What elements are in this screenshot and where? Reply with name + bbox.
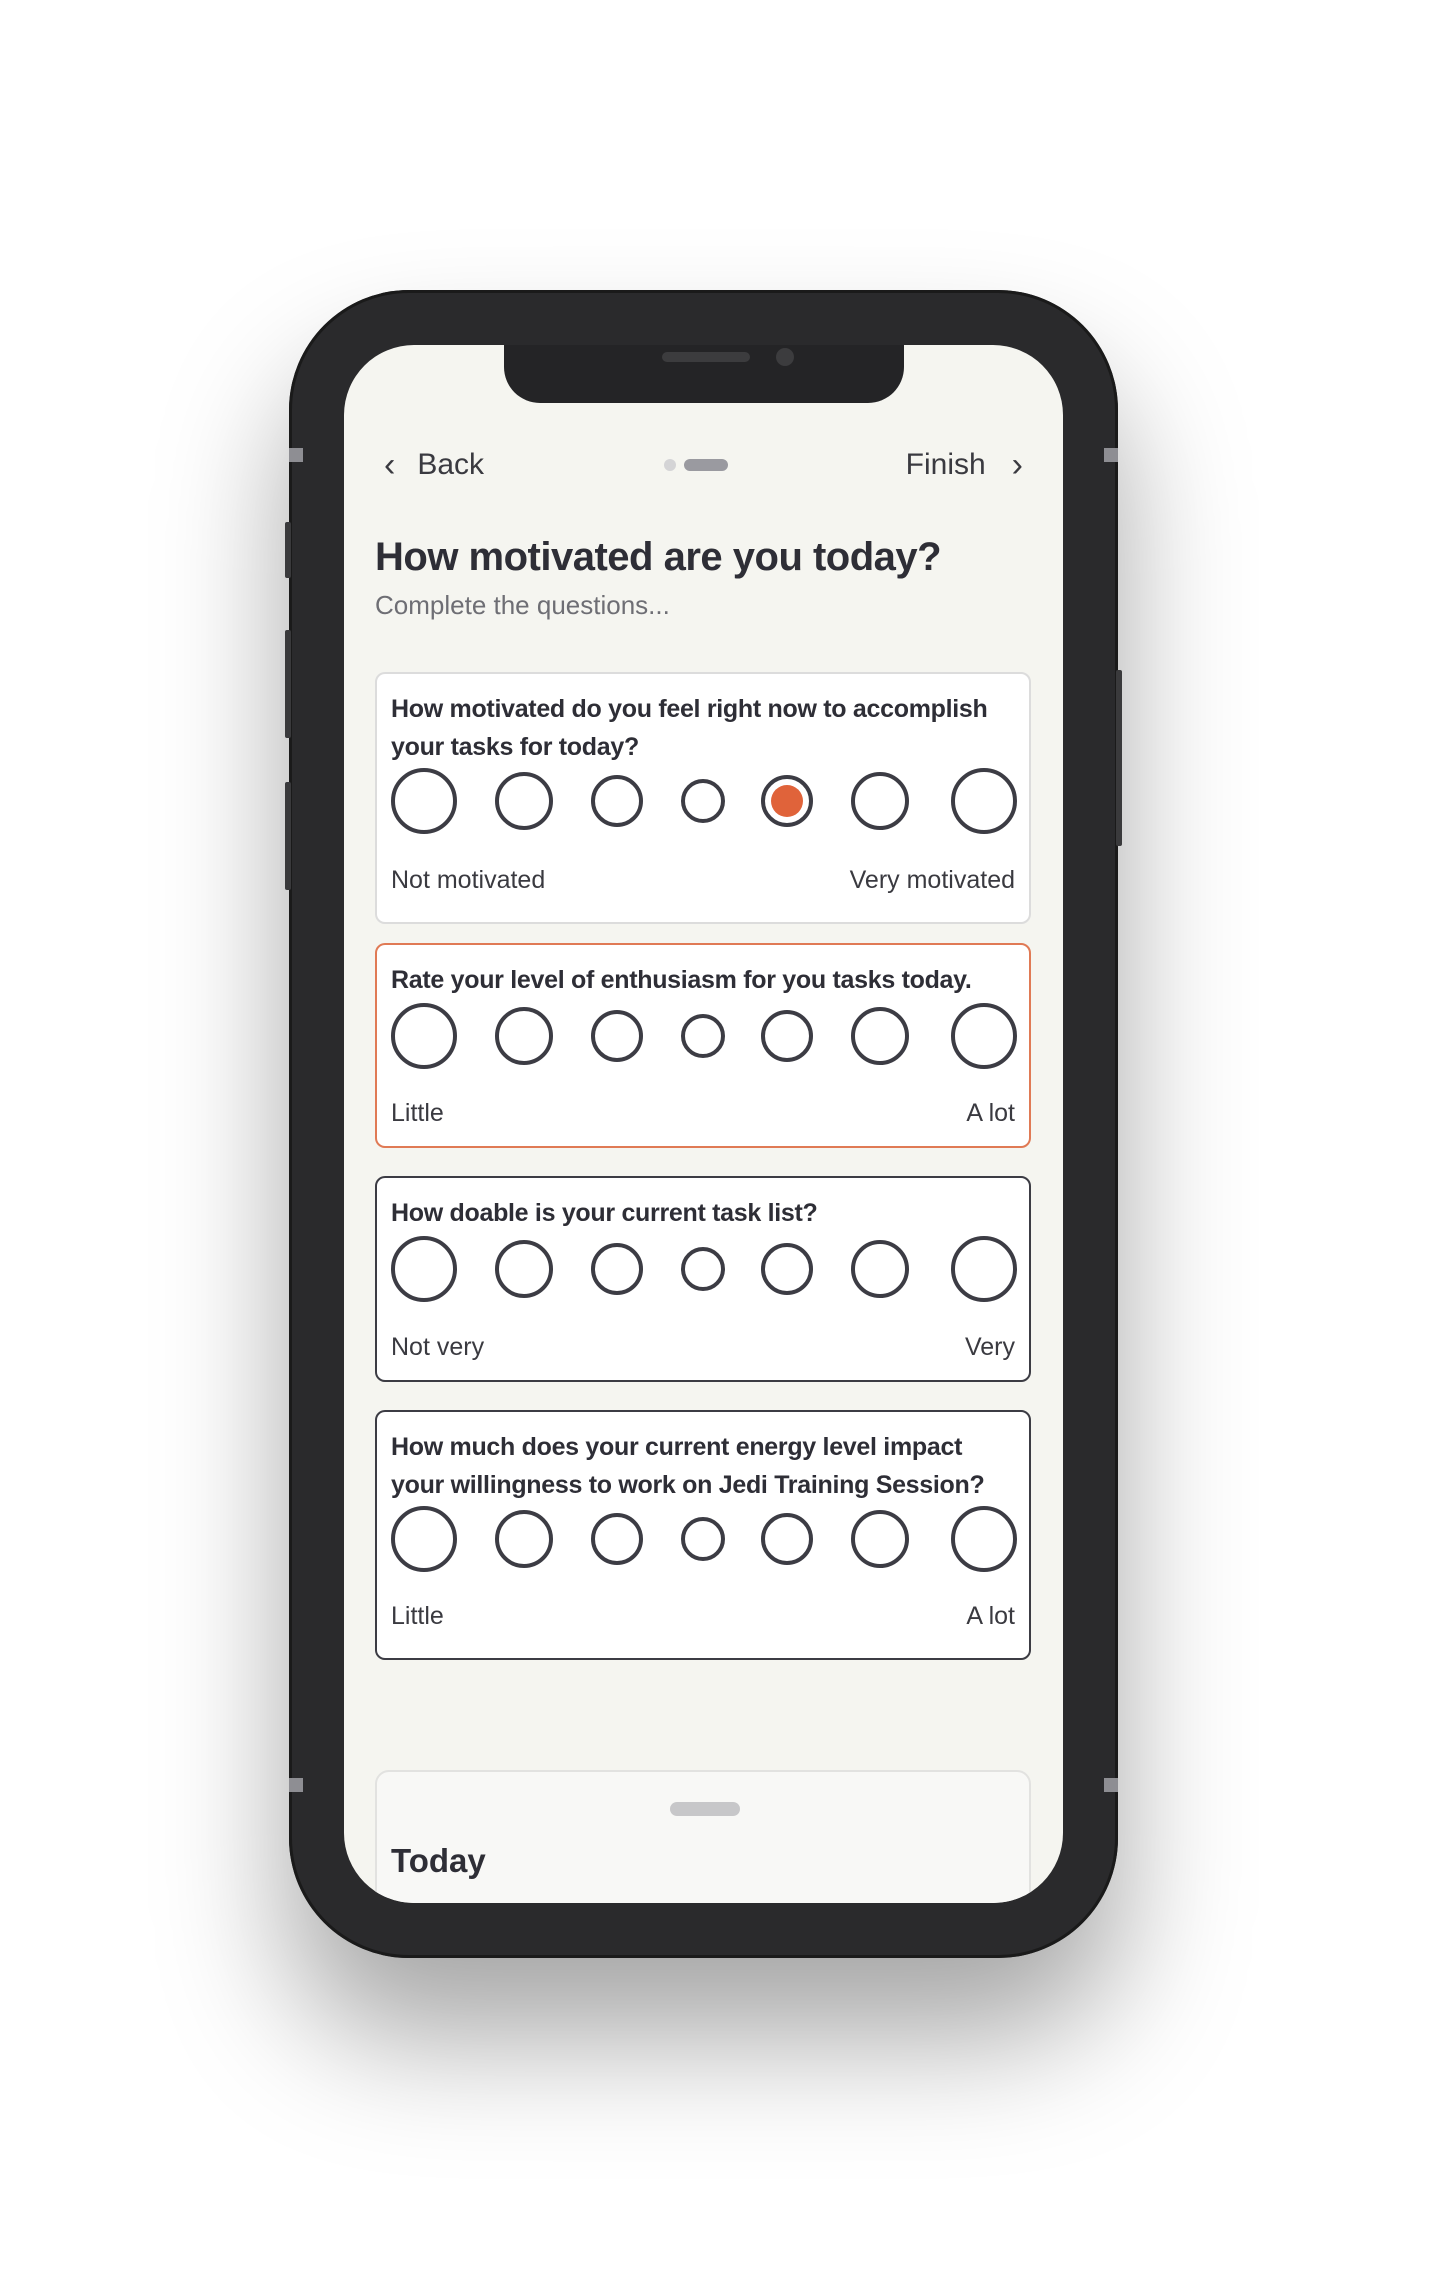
rating-option-4[interactable] [681,1517,725,1561]
rating-option-5[interactable] [761,1243,813,1295]
back-button[interactable]: ‹ Back [384,440,484,490]
rating-scale [391,1234,1017,1304]
scale-min-label: Little [391,1099,444,1127]
phone-screen: ‹ Back Finish › How motivated are you to… [344,345,1063,1903]
rating-option-4[interactable] [681,1014,725,1058]
rating-option-7[interactable] [951,1506,1017,1572]
scale-max-label: A lot [966,1602,1015,1630]
finish-label: Finish [905,448,986,481]
rating-option-1[interactable] [391,1236,457,1302]
page-title: How motivated are you today? [375,535,942,579]
volume-up-button [285,630,291,738]
rating-option-6[interactable] [851,1510,909,1568]
antenna-band [289,448,303,462]
front-camera [776,348,794,366]
notch [504,345,904,403]
power-button [1116,670,1122,846]
question-card: How motivated do you feel right now to a… [375,672,1031,924]
rating-scale [391,1001,1017,1071]
scale-max-label: Very motivated [849,866,1015,894]
page-dot-active [684,459,728,471]
rating-option-6[interactable] [851,772,909,830]
page-indicator [664,459,728,471]
question-card: How much does your current energy level … [375,1410,1031,1660]
sheet-drag-handle[interactable] [670,1802,740,1816]
question-text: How doable is your current task list? [391,1199,818,1227]
page-dot [664,459,676,471]
rating-option-5[interactable] [761,1513,813,1565]
rating-option-1[interactable] [391,1003,457,1069]
rating-option-3[interactable] [591,1513,643,1565]
page-subtitle: Complete the questions... [375,590,670,620]
rating-option-4[interactable] [681,779,725,823]
rating-option-5[interactable] [761,1010,813,1062]
question-card: How doable is your current task list? No… [375,1176,1031,1382]
rating-option-3[interactable] [591,775,643,827]
rating-option-3[interactable] [591,1243,643,1295]
back-label: Back [417,448,485,481]
scale-min-label: Not motivated [391,866,546,894]
scale-max-label: Very [964,1333,1015,1361]
rating-option-6[interactable] [851,1007,909,1065]
scale-max-label: A lot [966,1099,1015,1127]
rating-scale [391,766,1017,836]
sheet-title: Today [391,1842,486,1879]
volume-down-button [285,782,291,890]
rating-option-2[interactable] [495,1007,553,1065]
rating-option-1[interactable] [391,1506,457,1572]
rating-option-5-selected[interactable] [761,775,813,827]
rating-option-1[interactable] [391,768,457,834]
chevron-left-icon: ‹ [384,445,396,484]
top-navigation: ‹ Back Finish › [344,440,1063,490]
antenna-band [1104,1778,1118,1792]
mute-switch [285,522,291,578]
bottom-sheet[interactable]: Today [375,1770,1031,1903]
rating-option-3[interactable] [591,1010,643,1062]
rating-option-2[interactable] [495,1510,553,1568]
rating-option-7[interactable] [951,768,1017,834]
scale-min-label: Little [391,1602,444,1630]
finish-button[interactable]: Finish › [906,440,1023,490]
rating-option-6[interactable] [851,1240,909,1298]
antenna-band [1104,448,1118,462]
rating-option-2[interactable] [495,1240,553,1298]
question-text: Rate your level of enthusiasm for you ta… [391,966,972,994]
question-text: How much does your current energy level … [391,1433,985,1499]
rating-scale [391,1504,1017,1574]
speaker-grille [662,352,750,362]
phone-frame: ‹ Back Finish › How motivated are you to… [285,290,1122,1958]
chevron-right-icon: › [1011,445,1023,484]
antenna-band [289,1778,303,1792]
rating-option-2[interactable] [495,772,553,830]
rating-option-7[interactable] [951,1003,1017,1069]
question-text: How motivated do you feel right now to a… [391,695,988,761]
rating-option-4[interactable] [681,1247,725,1291]
scale-min-label: Not very [391,1333,485,1361]
rating-option-7[interactable] [951,1236,1017,1302]
question-card-active: Rate your level of enthusiasm for you ta… [375,943,1031,1148]
